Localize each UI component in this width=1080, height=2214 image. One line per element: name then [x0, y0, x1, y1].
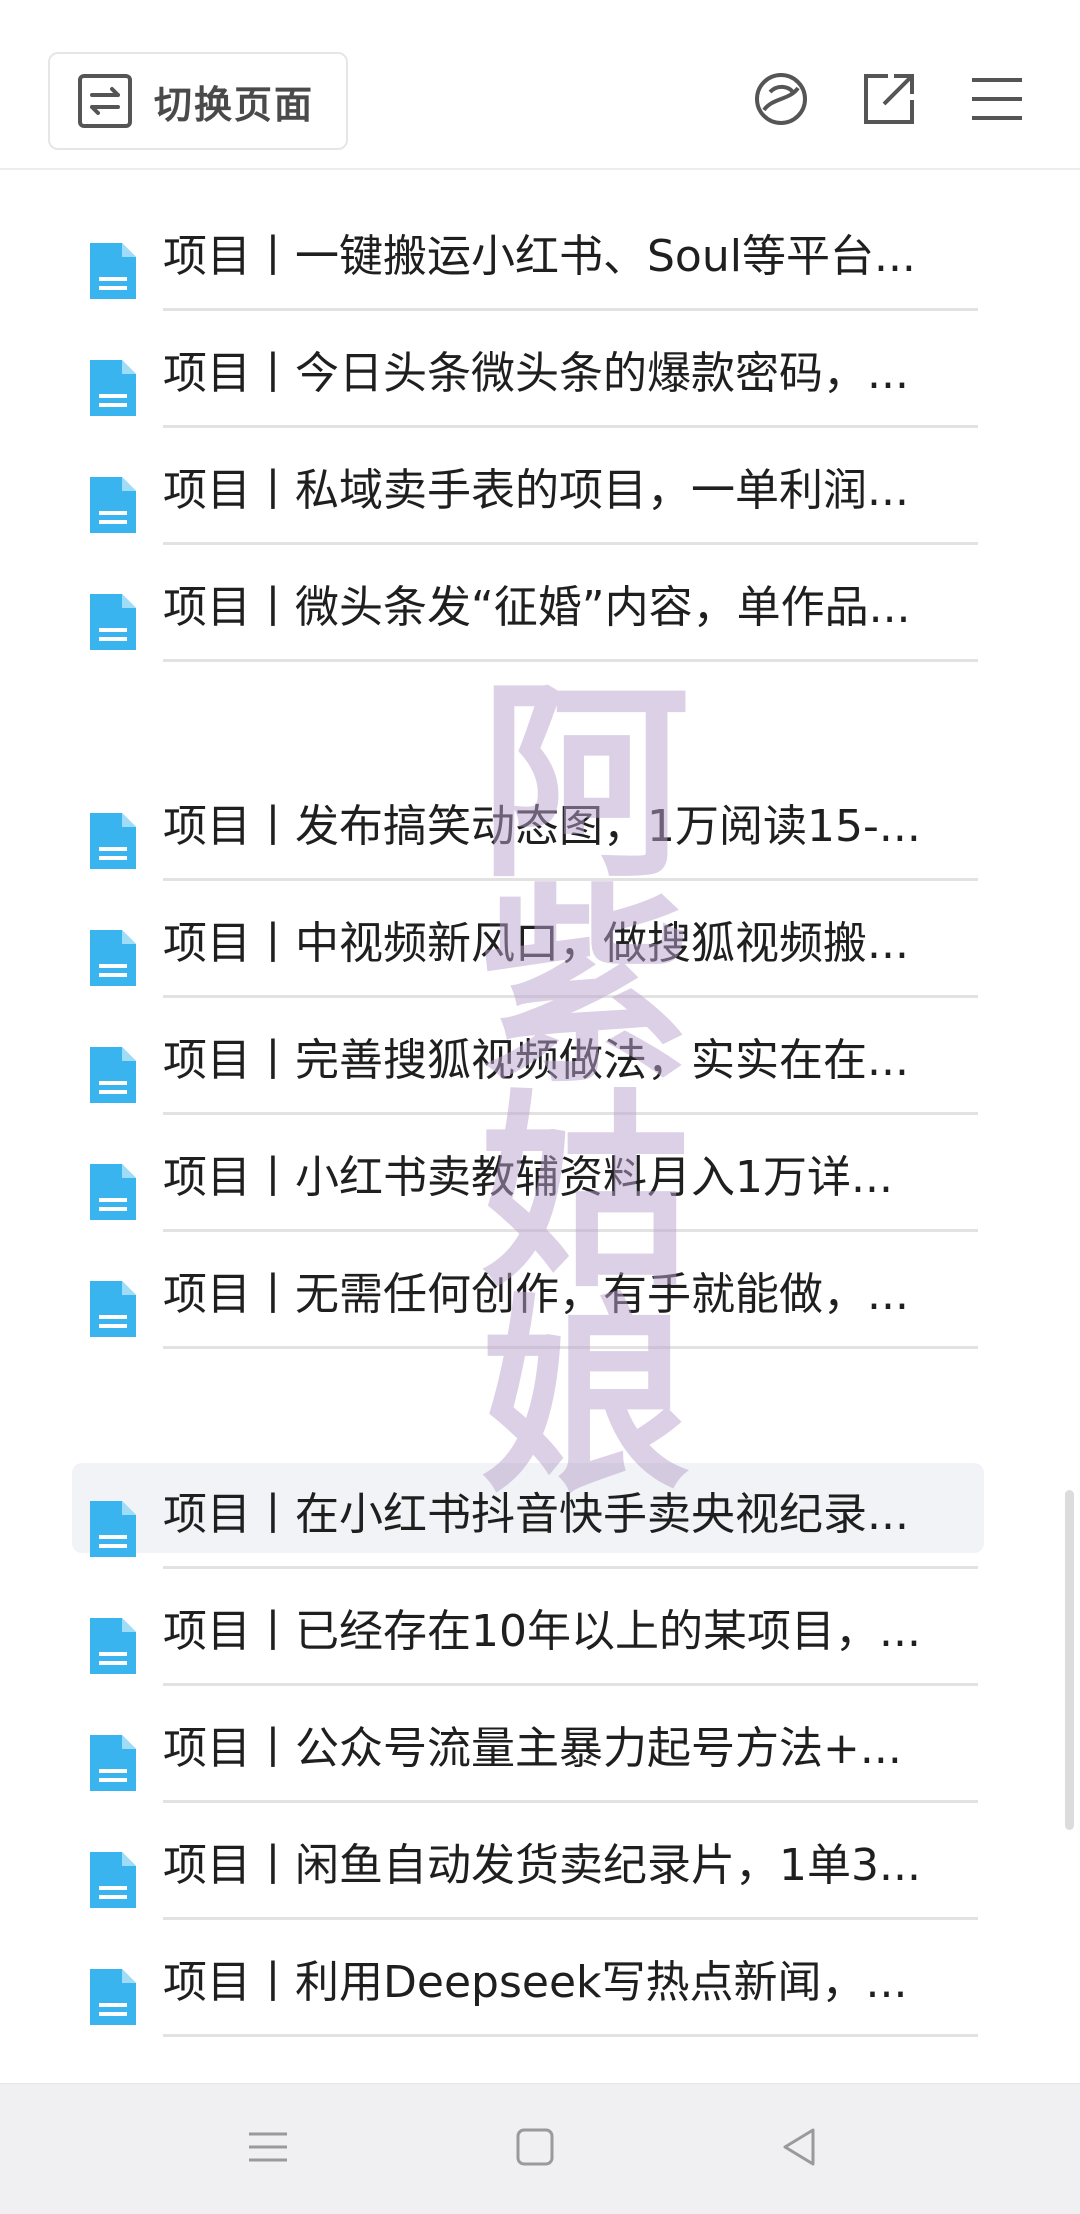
divider — [163, 425, 978, 428]
document-icon — [90, 1164, 136, 1220]
list-item[interactable]: 项目丨中视频新风口，做搜狐视频搬... — [0, 882, 1080, 999]
document-icon — [90, 1281, 136, 1337]
document-icon — [90, 930, 136, 986]
list-item[interactable]: 项目丨公众号流量主暴力起号方法+... — [0, 1687, 1080, 1804]
list-item-label: 项目丨利用Deepseek写热点新闻，... — [163, 1957, 908, 2008]
menu-icon[interactable] — [968, 70, 1026, 128]
document-icon — [90, 594, 136, 650]
list-item-label: 项目丨私域卖手表的项目，一单利润... — [163, 465, 909, 516]
list-item-label: 项目丨小红书卖教辅资料月入1万详... — [163, 1152, 893, 1203]
switch-page-button[interactable]: 切换页面 — [48, 52, 348, 150]
scrollbar[interactable] — [1065, 1490, 1074, 1830]
document-icon — [90, 1501, 136, 1557]
divider — [163, 1112, 978, 1115]
list-item-label: 项目丨今日头条微头条的爆款密码，... — [163, 348, 909, 399]
list-item-label: 项目丨已经存在10年以上的某项目，... — [163, 1606, 921, 1657]
divider — [163, 1800, 978, 1803]
list-item-label: 项目丨发布搞笑动态图，1万阅读15-... — [163, 801, 921, 852]
document-icon — [90, 813, 136, 869]
divider — [163, 1346, 978, 1349]
menu-nav-icon[interactable] — [243, 2122, 293, 2172]
switch-page-icon — [76, 72, 134, 130]
divider — [163, 1917, 978, 1920]
list-item[interactable]: 项目丨闲鱼自动发货卖纪录片，1单3... — [0, 1804, 1080, 1921]
divider — [163, 1229, 978, 1232]
divider — [163, 308, 978, 311]
list-item[interactable]: 项目丨利用Deepseek写热点新闻，... — [0, 1921, 1080, 2038]
document-icon — [90, 360, 136, 416]
list-item[interactable]: 项目丨今日头条微头条的爆款密码，... — [0, 312, 1080, 429]
open-external-icon[interactable] — [860, 70, 918, 128]
document-icon — [90, 1618, 136, 1674]
divider — [163, 1566, 978, 1569]
list-item-selected[interactable]: 项目丨在小红书抖音快手卖央视纪录... — [0, 1453, 1080, 1570]
document-icon — [90, 243, 136, 299]
list-item-label: 项目丨微头条发“征婚”内容，单作品... — [163, 582, 911, 633]
list-item-label: 项目丨无需任何创作，有手就能做，... — [163, 1269, 909, 1320]
divider — [163, 2034, 978, 2037]
list-item[interactable]: 项目丨发布搞笑动态图，1万阅读15-... — [0, 765, 1080, 882]
document-icon — [90, 1735, 136, 1791]
divider — [163, 878, 978, 881]
divider — [163, 1683, 978, 1686]
list-item-label: 项目丨一键搬运小红书、Soul等平台... — [163, 231, 916, 282]
document-icon — [90, 477, 136, 533]
list-item[interactable]: 项目丨一键搬运小红书、Soul等平台... — [0, 195, 1080, 312]
divider — [163, 995, 978, 998]
system-navbar — [0, 2083, 1080, 2214]
document-icon — [90, 1969, 136, 2025]
list-item[interactable]: 项目丨私域卖手表的项目，一单利润... — [0, 429, 1080, 546]
list-item-label: 项目丨公众号流量主暴力起号方法+... — [163, 1723, 902, 1774]
list-item-label: 项目丨在小红书抖音快手卖央视纪录... — [163, 1489, 909, 1540]
back-nav-icon[interactable] — [775, 2122, 825, 2172]
list-item-label: 项目丨中视频新风口，做搜狐视频搬... — [163, 918, 909, 969]
divider — [163, 542, 978, 545]
list-item[interactable]: 项目丨无需任何创作，有手就能做，... — [0, 1233, 1080, 1350]
list-item[interactable]: 项目丨小红书卖教辅资料月入1万详... — [0, 1116, 1080, 1233]
list-item-label: 项目丨完善搜狐视频做法，实实在在... — [163, 1035, 909, 1086]
list-item[interactable]: 项目丨完善搜狐视频做法，实实在在... — [0, 999, 1080, 1116]
document-icon — [90, 1047, 136, 1103]
toolbar: 切换页面 — [0, 0, 1080, 170]
sphere-icon[interactable] — [752, 70, 810, 128]
list-item-label: 项目丨闲鱼自动发货卖纪录片，1单3... — [163, 1840, 921, 1891]
home-nav-icon[interactable] — [510, 2122, 560, 2172]
list-item[interactable]: 项目丨微头条发“征婚”内容，单作品... — [0, 546, 1080, 663]
divider — [163, 659, 978, 662]
list-item[interactable]: 项目丨已经存在10年以上的某项目，... — [0, 1570, 1080, 1687]
document-icon — [90, 1852, 136, 1908]
switch-page-label: 切换页面 — [154, 82, 315, 127]
